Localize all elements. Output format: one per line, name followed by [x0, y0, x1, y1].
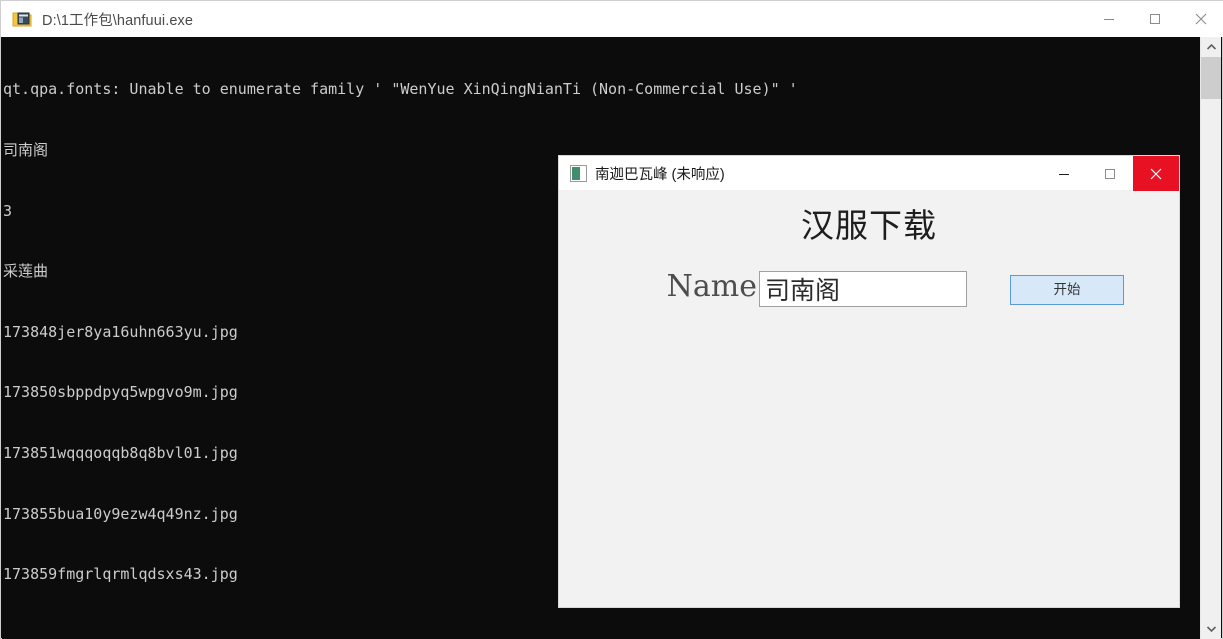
console-title-text: D:\1工作包\hanfuui.exe: [42, 12, 193, 29]
dialog-title-text: 南迦巴瓦峰 (未响应): [595, 166, 725, 183]
scrollbar-up-arrow[interactable]: [1201, 37, 1221, 57]
console-titlebar[interactable]: D:\1工作包\hanfuui.exe: [1, 1, 1223, 37]
dialog-titlebar[interactable]: 南迦巴瓦峰 (未响应): [559, 156, 1179, 191]
app-window-icon: [570, 164, 587, 182]
console-maximize-button[interactable]: [1132, 1, 1178, 37]
name-input[interactable]: [759, 271, 967, 307]
dialog-content: 汉服下载 Name 开始: [559, 191, 1179, 607]
console-window-controls: [1086, 1, 1223, 37]
app-dialog-window: 南迦巴瓦峰 (未响应) 汉服下载 Name 开始: [558, 155, 1180, 608]
dialog-maximize-button[interactable]: [1087, 156, 1133, 191]
name-form-row: Name 开始: [559, 265, 1179, 315]
console-close-button[interactable]: [1178, 1, 1223, 37]
name-label: Name: [666, 269, 757, 304]
dialog-minimize-button[interactable]: [1041, 156, 1087, 191]
scrollbar-down-arrow[interactable]: [1201, 619, 1221, 639]
console-scrollbar[interactable]: [1200, 37, 1221, 639]
dialog-heading: 汉服下载: [801, 206, 937, 245]
console-minimize-button[interactable]: [1086, 1, 1132, 37]
exe-folder-icon: [12, 10, 32, 28]
dialog-window-controls: [1041, 156, 1179, 191]
console-line: qt.qpa.fonts: Unable to enumerate family…: [3, 80, 798, 99]
dialog-close-button[interactable]: [1133, 156, 1179, 191]
scrollbar-thumb[interactable]: [1201, 57, 1221, 99]
start-button[interactable]: 开始: [1010, 275, 1124, 305]
